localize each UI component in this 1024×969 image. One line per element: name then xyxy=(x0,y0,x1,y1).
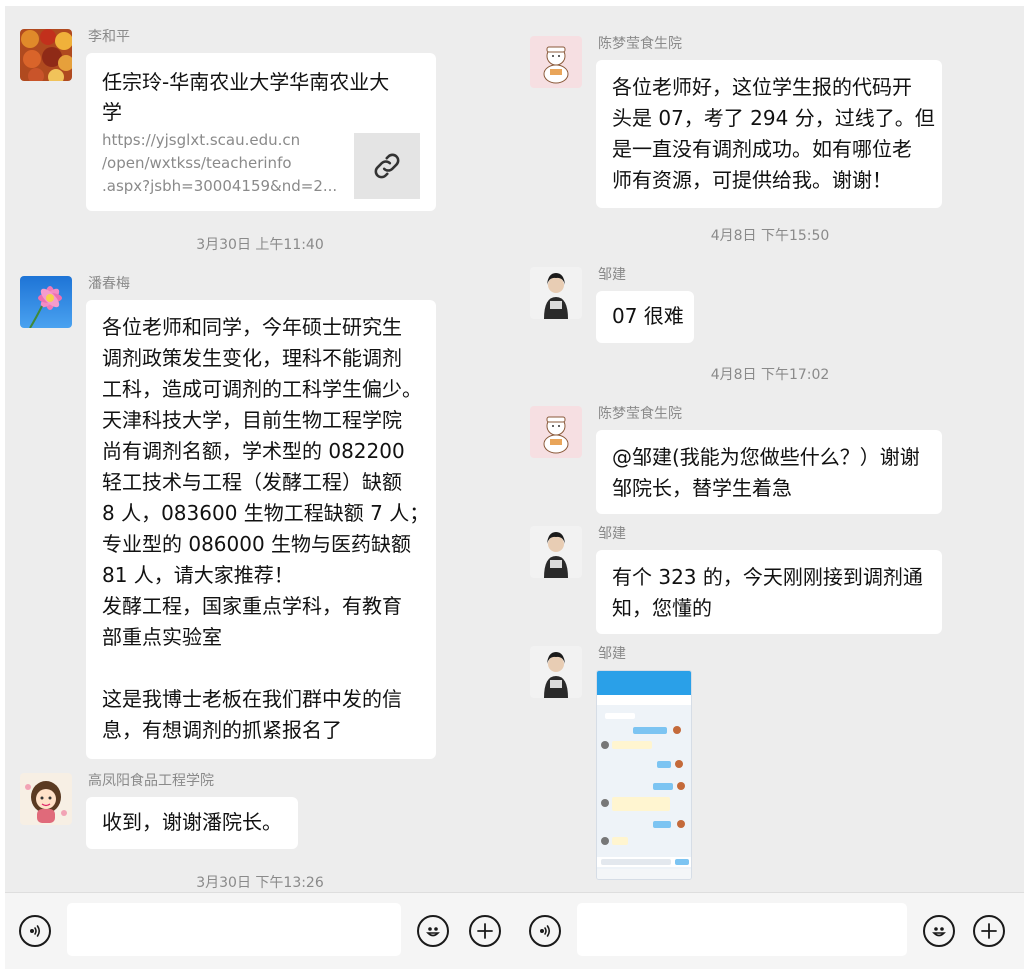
top-edge xyxy=(515,0,1024,6)
avatar[interactable] xyxy=(530,526,582,578)
emoji-button[interactable] xyxy=(923,915,955,947)
message-line: 调剂政策发生变化，理科不能调剂 xyxy=(102,346,402,370)
voice-button[interactable] xyxy=(19,915,51,947)
sender-name: 邹建 xyxy=(598,526,626,542)
emoji-icon xyxy=(426,927,440,937)
avatar[interactable] xyxy=(20,29,72,81)
message-line: 部重点实验室 xyxy=(102,625,222,649)
link-icon xyxy=(374,153,400,179)
timestamp: 4月8日 下午17:02 xyxy=(710,367,830,383)
link-thumbnail xyxy=(354,133,420,199)
message-line: 这是我博士老板在我们群中发的信 xyxy=(102,687,402,711)
message-bubble[interactable]: 各位老师和同学，今年硕士研究生 调剂政策发生变化，理科不能调剂 工科，造成可调剂… xyxy=(86,300,436,759)
message-input[interactable] xyxy=(67,903,401,956)
message-input[interactable] xyxy=(577,903,907,956)
avatar[interactable] xyxy=(530,646,582,698)
voice-icon xyxy=(540,925,551,937)
message-line: 轻工技术与工程（发酵工程）缺额 xyxy=(102,470,402,494)
plus-icon xyxy=(981,923,997,939)
message-line: 07 很难 xyxy=(612,304,684,328)
chat-message: 高凤阳食品工程学院 收到，谢谢潘院长。 xyxy=(20,773,505,853)
input-bar xyxy=(5,892,515,969)
message-line: 发酵工程，国家重点学科，有教育 xyxy=(102,594,402,618)
sender-name: 陈梦莹食生院 xyxy=(598,406,682,422)
timestamp: 3月30日 上午11:40 xyxy=(196,237,324,253)
voice-icon xyxy=(30,925,41,937)
chat-message: 陈梦莹食生院 @邹建(我能为您做些什么？）谢谢 邹院长，替学生着急 xyxy=(530,406,1015,516)
message-line: 各位老师和同学，今年硕士研究生 xyxy=(102,315,402,339)
link-title-line: 学 xyxy=(102,100,122,124)
sender-name: 邹建 xyxy=(598,267,626,283)
message-bubble[interactable]: 07 很难 xyxy=(596,291,694,343)
message-line: @邹建(我能为您做些什么？）谢谢 xyxy=(612,445,920,469)
link-title: 任宗玲-华南农业大学华南农业大 学 xyxy=(102,67,422,127)
chat-screenshot-thumbnail xyxy=(597,671,691,879)
timestamp: 3月30日 下午13:26 xyxy=(196,875,324,891)
emoji-icon xyxy=(932,927,946,937)
sender-name: 潘春梅 xyxy=(88,276,130,292)
message-line: 81 人，请大家推荐！ xyxy=(102,563,294,587)
link-url-line: .aspx?jsbh=30004159&nd=2... xyxy=(102,177,338,195)
plus-button[interactable] xyxy=(469,915,501,947)
message-line: 专业型的 086000 生物与医药缺额 xyxy=(102,532,412,556)
image-message[interactable] xyxy=(596,670,692,880)
avatar[interactable] xyxy=(530,36,582,88)
chat-message: 邹建 有个 323 的，今天刚刚接到调剂通 知，您懂的 xyxy=(530,526,1015,636)
message-bubble[interactable]: 收到，谢谢潘院长。 xyxy=(86,797,298,849)
avatar[interactable] xyxy=(20,773,72,825)
avatar[interactable] xyxy=(530,267,582,319)
message-line: 头是 07，考了 294 分，过线了。但 xyxy=(612,106,935,130)
sender-name: 陈梦莹食生院 xyxy=(598,36,682,52)
input-bar xyxy=(515,892,1024,969)
message-line: 收到，谢谢潘院长。 xyxy=(102,810,282,834)
chat-message: 邹建 07 很难 xyxy=(530,267,1015,347)
link-url-line: /open/wxtkss/teacherinfo xyxy=(102,154,292,172)
chat-panel-left[interactable]: 李和平 任宗玲-华南农业大学华南农业大 学 https://yjsglxt.sc… xyxy=(5,0,515,969)
message-line: 邹院长，替学生着急 xyxy=(612,476,792,500)
link-card[interactable]: 任宗玲-华南农业大学华南农业大 学 https://yjsglxt.scau.e… xyxy=(86,53,436,211)
link-url-line: https://yjsglxt.scau.edu.cn xyxy=(102,131,301,149)
sender-name: 邹建 xyxy=(598,646,626,662)
chat-message: 潘春梅 各位老师和同学，今年硕士研究生 调剂政策发生变化，理科不能调剂 工科，造… xyxy=(20,276,505,761)
message-line: 工科，造成可调剂的工科学生偏少。 xyxy=(102,377,422,401)
message-line: 是一直没有调剂成功。如有哪位老 xyxy=(612,137,912,161)
sender-name: 高凤阳食品工程学院 xyxy=(88,773,214,789)
sender-name: 李和平 xyxy=(88,29,130,45)
top-edge xyxy=(5,0,515,6)
message-line: 各位老师好，这位学生报的代码开 xyxy=(612,75,912,99)
message-line: 尚有调剂名额，学术型的 082200 xyxy=(102,439,405,463)
avatar[interactable] xyxy=(530,406,582,458)
voice-button[interactable] xyxy=(529,915,561,947)
link-title-line: 任宗玲-华南农业大学华南农业大 xyxy=(102,70,390,94)
timestamp: 4月8日 下午15:50 xyxy=(710,228,830,244)
message-line: 有个 323 的，今天刚刚接到调剂通 xyxy=(612,565,923,589)
message-line: 息，有想调剂的抓紧报名了 xyxy=(102,718,342,742)
message-bubble[interactable]: @邹建(我能为您做些什么？）谢谢 邹院长，替学生着急 xyxy=(596,430,942,514)
chat-message: 邹建 xyxy=(530,646,1015,882)
emoji-button[interactable] xyxy=(417,915,449,947)
message-line: 天津科技大学，目前生物工程学院 xyxy=(102,408,402,432)
link-url: https://yjsglxt.scau.edu.cn /open/wxtkss… xyxy=(102,129,342,198)
message-line: 8 人，083600 生物工程缺额 7 人； xyxy=(102,501,430,525)
chat-message: 李和平 任宗玲-华南农业大学华南农业大 学 https://yjsglxt.sc… xyxy=(20,29,505,214)
message-line: 师有资源，可提供给我。谢谢！ xyxy=(612,168,892,192)
avatar[interactable] xyxy=(20,276,72,328)
message-bubble[interactable]: 各位老师好，这位学生报的代码开 头是 07，考了 294 分，过线了。但 是一直… xyxy=(596,60,942,208)
message-bubble[interactable]: 有个 323 的，今天刚刚接到调剂通 知，您懂的 xyxy=(596,550,942,634)
chat-panel-right[interactable]: 陈梦莹食生院 各位老师好，这位学生报的代码开 头是 07，考了 294 分，过线… xyxy=(515,0,1024,969)
message-line: 知，您懂的 xyxy=(612,596,712,620)
chat-message: 陈梦莹食生院 各位老师好，这位学生报的代码开 头是 07，考了 294 分，过线… xyxy=(530,36,1015,208)
plus-button[interactable] xyxy=(973,915,1005,947)
plus-icon xyxy=(477,923,493,939)
